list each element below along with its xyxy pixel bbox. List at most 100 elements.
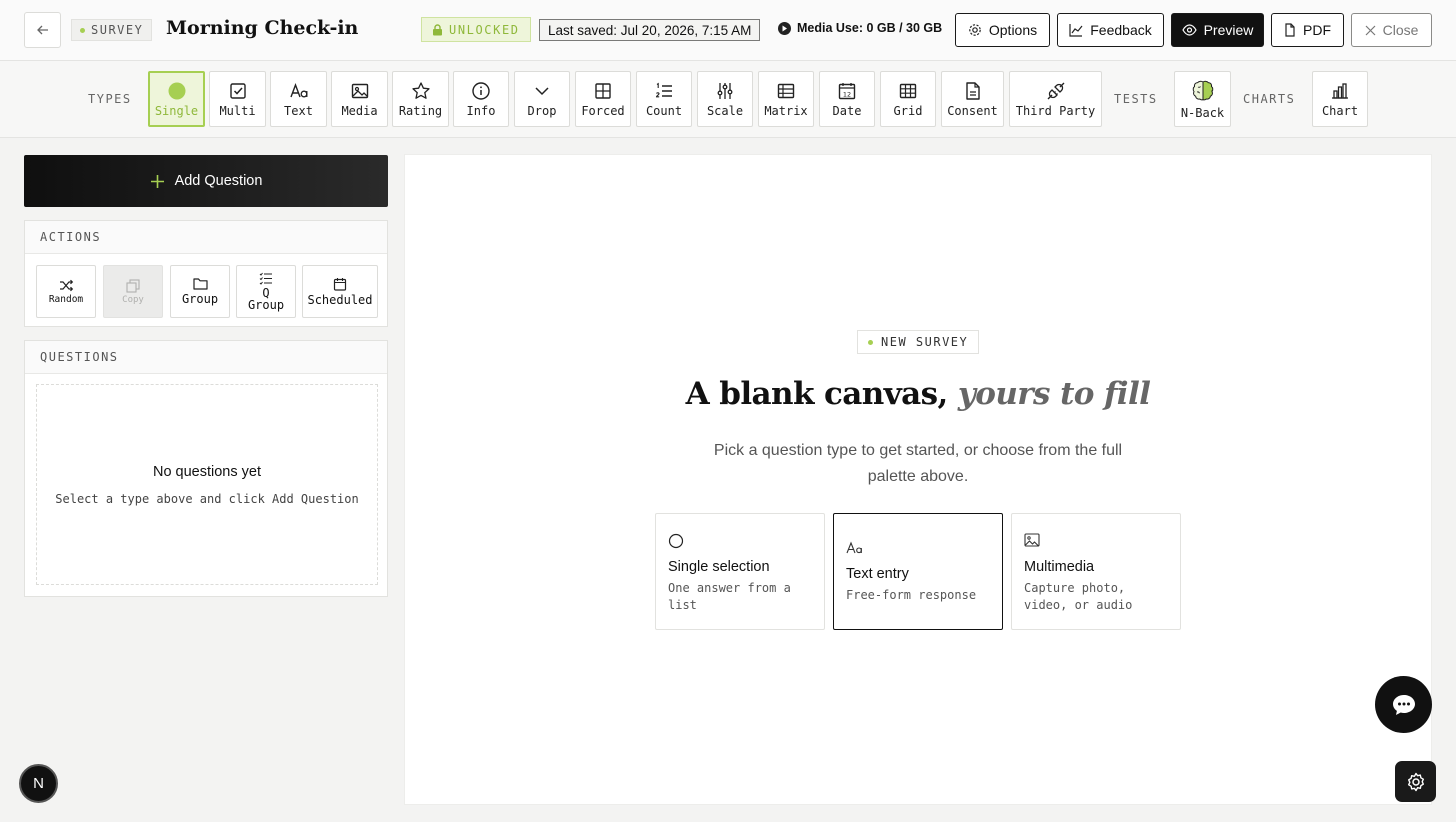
calendar-icon: 12 bbox=[838, 82, 856, 99]
sliders-icon bbox=[717, 82, 733, 99]
type-label: Forced bbox=[581, 103, 625, 118]
type-label: Date bbox=[832, 103, 862, 118]
chart-line-icon bbox=[1069, 24, 1083, 37]
q-group-button[interactable]: Q Group bbox=[236, 265, 296, 318]
user-avatar-button[interactable]: N bbox=[19, 764, 58, 803]
add-question-button[interactable]: Add Question bbox=[24, 155, 388, 207]
random-button[interactable]: Random bbox=[36, 265, 96, 318]
calendar-icon bbox=[333, 277, 347, 291]
top-header: SURVEY Morning Check-in UNLOCKED Last sa… bbox=[0, 0, 1456, 61]
chevron-down-icon bbox=[535, 86, 549, 95]
type-label: Drop bbox=[527, 103, 557, 118]
card-description: Capture photo, video, or audio bbox=[1024, 581, 1133, 612]
type-forced[interactable]: Forced bbox=[575, 71, 631, 127]
add-question-label: Add Question bbox=[174, 173, 263, 189]
card-description: One answer from a list bbox=[668, 581, 791, 612]
numbered-list-icon bbox=[655, 82, 672, 97]
plug-icon bbox=[1047, 82, 1064, 99]
copy-icon bbox=[126, 278, 140, 293]
radio-icon bbox=[668, 533, 684, 549]
info-icon bbox=[472, 81, 490, 100]
grid-icon bbox=[595, 82, 611, 99]
close-label: Close bbox=[1382, 22, 1419, 38]
type-scale[interactable]: Scale bbox=[697, 71, 753, 127]
image-icon bbox=[1024, 533, 1040, 547]
quickstart-card-multimedia[interactable]: Multimedia Capture photo, video, or audi… bbox=[1011, 513, 1181, 630]
type-media[interactable]: Media bbox=[331, 71, 388, 127]
type-drop[interactable]: Drop bbox=[514, 71, 570, 127]
lock-icon bbox=[433, 23, 442, 35]
status-dot bbox=[80, 27, 85, 33]
bar-chart-icon bbox=[1332, 82, 1348, 99]
lock-status-badge[interactable]: UNLOCKED bbox=[421, 17, 531, 42]
chart-type[interactable]: Chart bbox=[1312, 71, 1368, 127]
questions-panel: QUESTIONS No questions yet Select a type… bbox=[24, 340, 388, 597]
type-label: Consent bbox=[947, 103, 998, 118]
checklist-icon bbox=[259, 272, 272, 285]
close-button[interactable]: Close bbox=[1351, 13, 1432, 47]
action-label: Group bbox=[181, 292, 219, 306]
survey-title[interactable]: Morning Check-in bbox=[166, 17, 358, 39]
scheduled-button[interactable]: Scheduled bbox=[302, 265, 378, 318]
card-description: Free-form response bbox=[846, 588, 977, 602]
chat-bubble-icon bbox=[1392, 694, 1415, 715]
feedback-label: Feedback bbox=[1090, 22, 1152, 38]
play-icon bbox=[778, 21, 791, 35]
user-initial: N bbox=[33, 775, 44, 792]
type-matrix[interactable]: Matrix bbox=[758, 71, 814, 127]
group-button[interactable]: Group bbox=[170, 265, 230, 318]
type-label: Rating bbox=[398, 103, 443, 118]
type-single[interactable]: Single bbox=[148, 71, 205, 127]
image-icon bbox=[351, 83, 368, 98]
star-icon bbox=[411, 81, 430, 99]
pdf-label: PDF bbox=[1303, 22, 1331, 38]
type-text[interactable]: Text bbox=[270, 71, 327, 127]
chat-button[interactable] bbox=[1375, 676, 1432, 733]
type-label: Grid bbox=[893, 103, 923, 118]
empty-hint: Select a type above and click Add Questi… bbox=[55, 491, 359, 506]
gear-icon bbox=[969, 24, 981, 36]
copy-button[interactable]: Copy bbox=[103, 265, 163, 318]
type-count[interactable]: Count bbox=[636, 71, 692, 127]
file-icon bbox=[1285, 23, 1295, 37]
type-third-party[interactable]: Third Party bbox=[1009, 71, 1102, 127]
type-label: Count bbox=[645, 103, 683, 118]
type-rating[interactable]: Rating bbox=[392, 71, 449, 127]
quickstart-card-single-selection[interactable]: Single selection One answer from a list bbox=[655, 513, 825, 630]
new-survey-badge: NEW SURVEY bbox=[857, 330, 980, 354]
matrix-icon bbox=[777, 83, 795, 98]
chart-label: Chart bbox=[1321, 103, 1359, 118]
type-consent[interactable]: Consent bbox=[941, 71, 1004, 127]
type-info[interactable]: Info bbox=[453, 71, 509, 127]
feedback-button[interactable]: Feedback bbox=[1057, 13, 1164, 47]
type-label: Scale bbox=[706, 103, 744, 118]
options-label: Options bbox=[988, 22, 1038, 38]
type-label: Third Party bbox=[1015, 103, 1096, 118]
table-icon bbox=[899, 83, 917, 98]
settings-button[interactable] bbox=[1395, 761, 1436, 802]
test-n-back[interactable]: N-Back bbox=[1174, 71, 1231, 127]
media-use-label: Media Use: 0 GB / 30 GB bbox=[797, 21, 943, 35]
pdf-button[interactable]: PDF bbox=[1271, 13, 1344, 47]
headline-italic: yours to fill bbox=[957, 376, 1151, 412]
gear-icon bbox=[1407, 772, 1424, 791]
plus-icon bbox=[150, 174, 164, 188]
options-button[interactable]: Options bbox=[955, 13, 1050, 47]
close-icon bbox=[1365, 25, 1376, 35]
last-saved: Last saved: Jul 20, 2026, 7:15 AM bbox=[539, 19, 761, 41]
empty-title: No questions yet bbox=[152, 463, 261, 480]
preview-label: Preview bbox=[1203, 22, 1254, 38]
radio-filled-icon bbox=[168, 82, 185, 99]
type-multi[interactable]: Multi bbox=[209, 71, 266, 127]
preview-button[interactable]: Preview bbox=[1171, 13, 1264, 47]
back-button[interactable] bbox=[24, 12, 61, 48]
type-label: Matrix bbox=[764, 103, 808, 118]
type-grid[interactable]: Grid bbox=[880, 71, 936, 127]
text-aa-icon bbox=[289, 82, 307, 97]
type-label: Info bbox=[466, 103, 496, 118]
canvas-headline: A blank canvas, yours to fill bbox=[404, 376, 1432, 412]
type-date[interactable]: 12 Date bbox=[819, 71, 875, 127]
survey-tag: SURVEY bbox=[71, 19, 153, 41]
text-aa-icon bbox=[846, 541, 862, 554]
quickstart-card-text-entry[interactable]: Text entry Free-form response bbox=[833, 513, 1003, 630]
